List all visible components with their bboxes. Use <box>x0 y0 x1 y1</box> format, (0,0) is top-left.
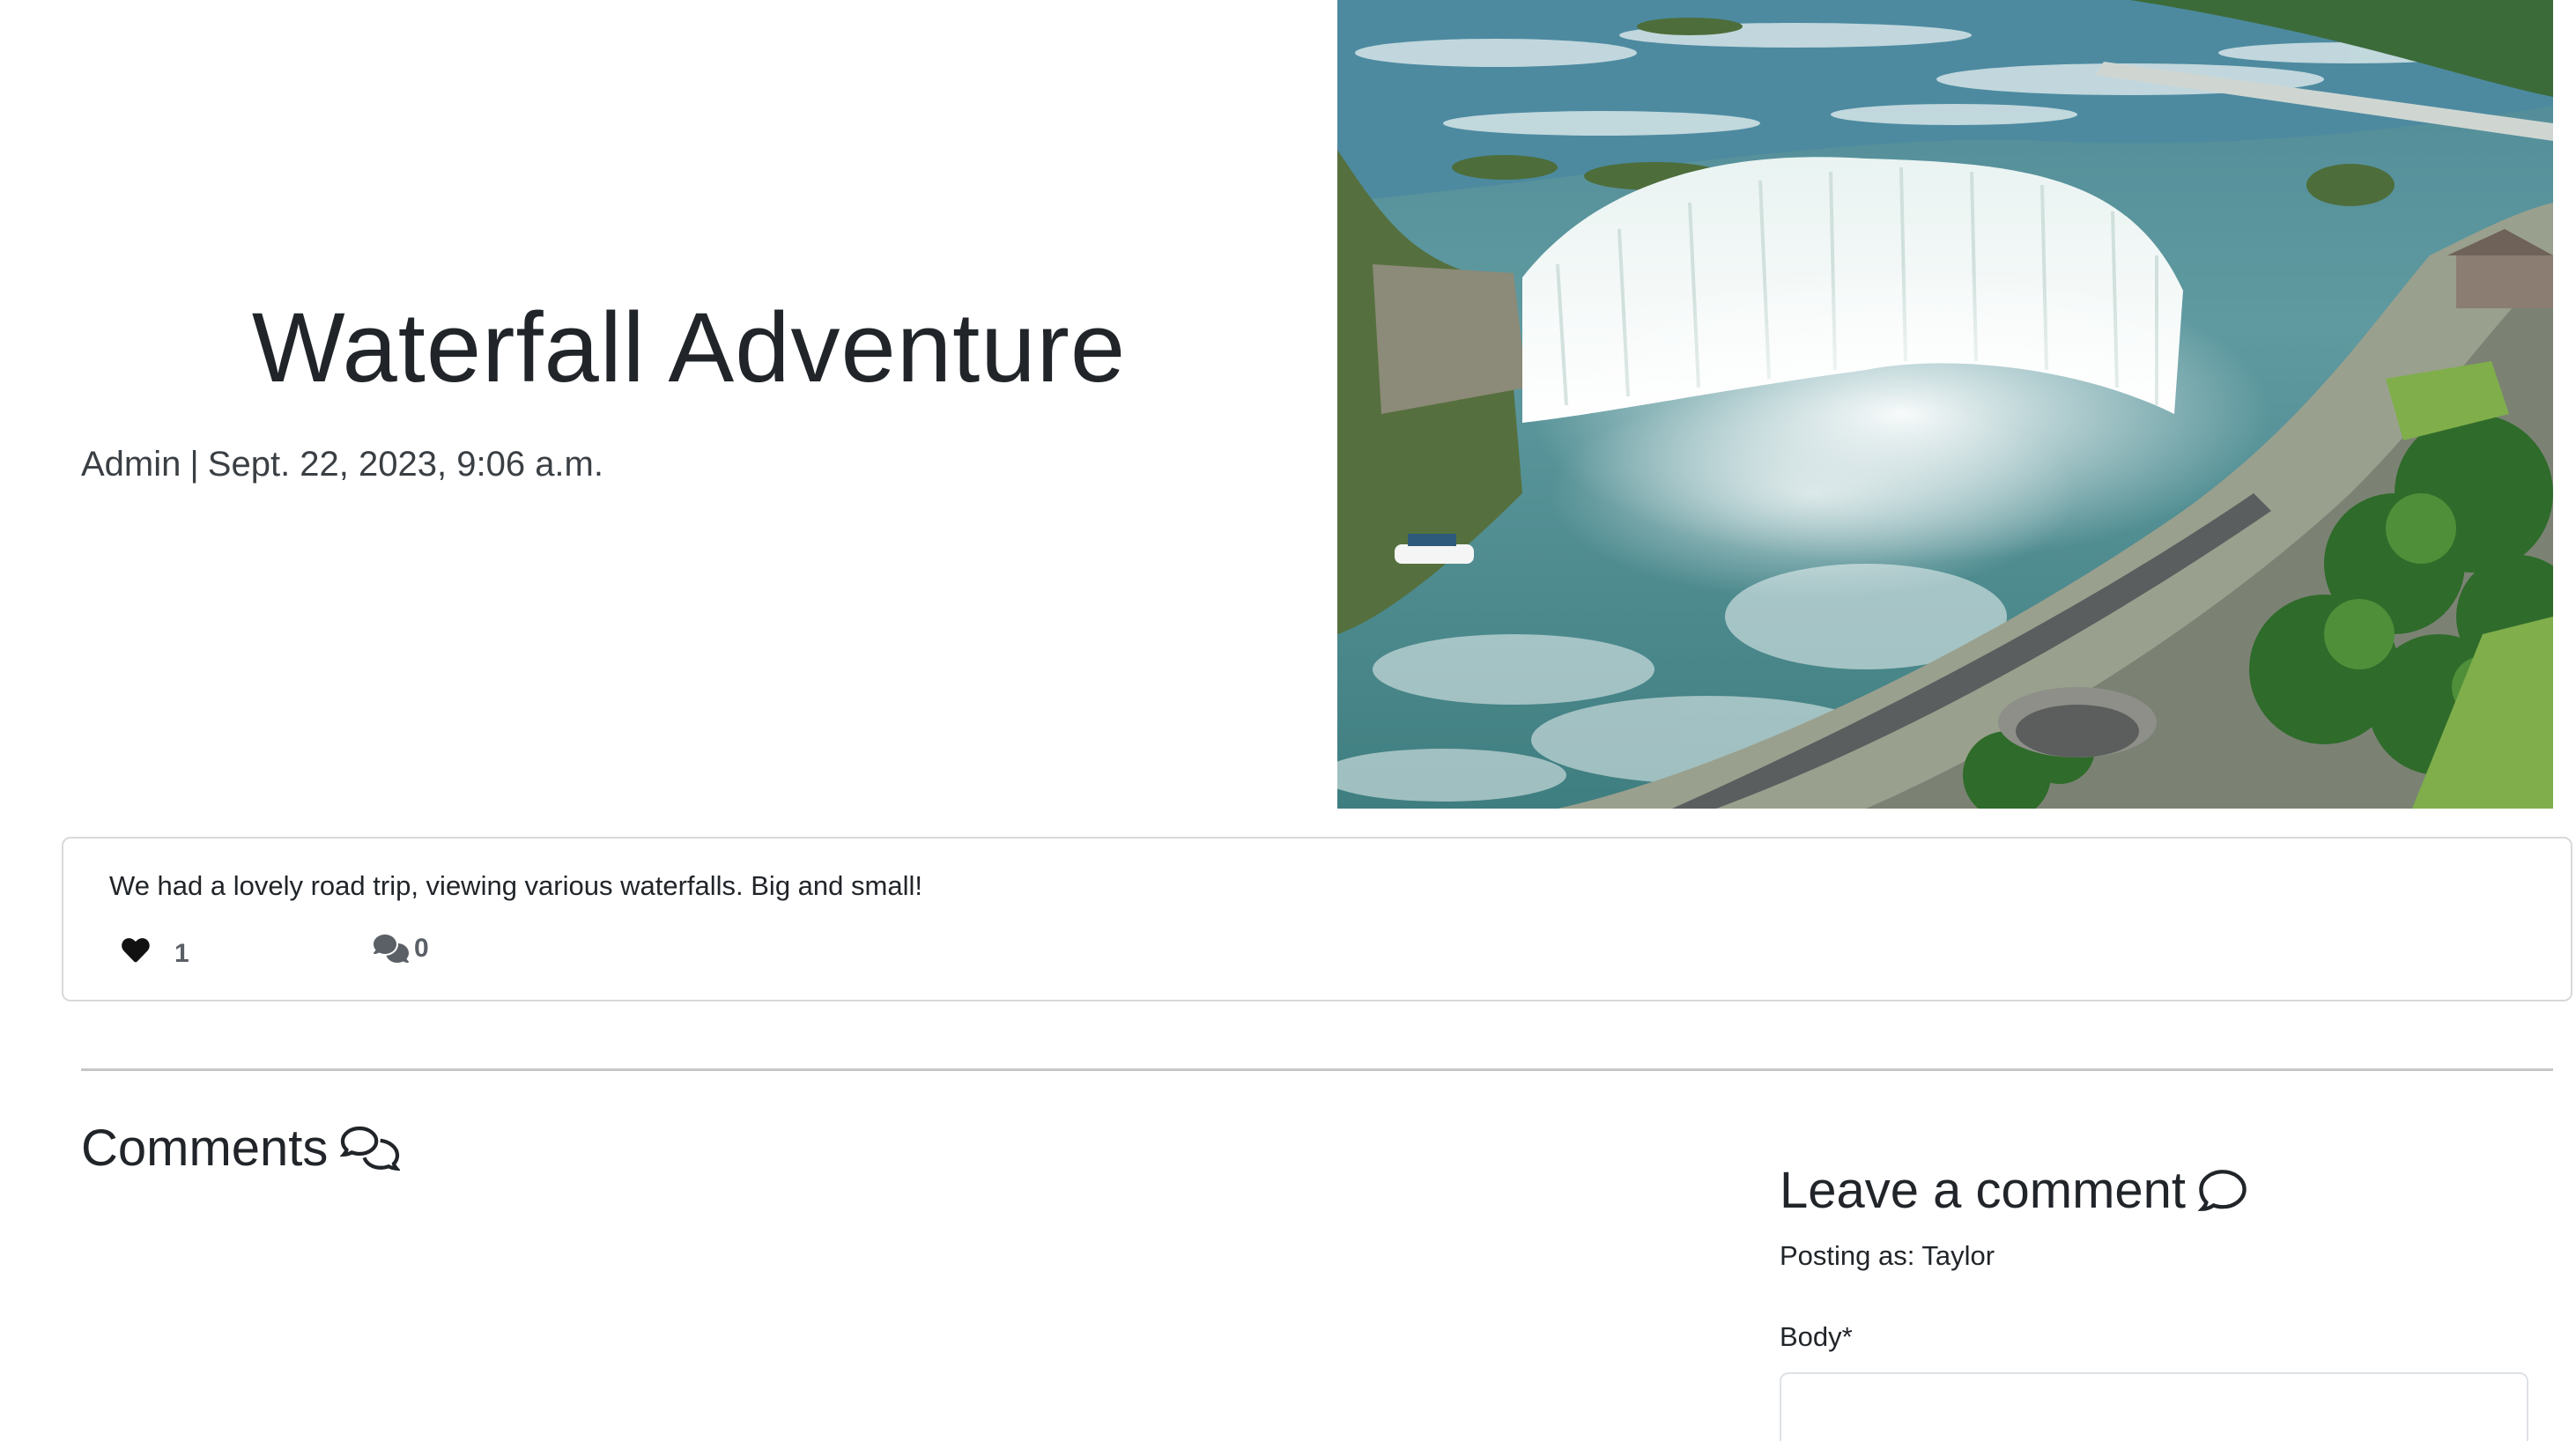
post-detail-page: Waterfall Adventure Admin | Sept. 22, 2023… <box>0 0 2576 1441</box>
comment-body-input[interactable] <box>1780 1372 2528 1441</box>
leave-comment-heading-label: Leave a comment <box>1780 1162 2187 1219</box>
comments-outline-icon <box>340 1126 401 1171</box>
post-meta: Admin | Sept. 22, 2023, 9:06 a.m. <box>81 445 603 484</box>
section-divider <box>81 1068 2553 1071</box>
post-author: Admin <box>81 445 181 484</box>
posting-as: Posting as: Taylor <box>1780 1240 1995 1271</box>
leave-comment-heading: Leave a comment <box>1780 1161 2247 1220</box>
waterfall-image <box>1337 0 2553 809</box>
meta-separator: | <box>189 445 199 484</box>
post-date: Sept. 22, 2023, 9:06 a.m. <box>207 445 603 484</box>
like-count: 1 <box>174 939 189 968</box>
comments-icon <box>374 935 409 963</box>
heart-icon <box>122 938 150 963</box>
post-content-card: We had a lovely road trip, viewing vario… <box>62 837 2572 1001</box>
like-stat: 1 <box>122 934 189 969</box>
comments-heading-label: Comments <box>81 1120 329 1177</box>
post-content: We had a lovely road trip, viewing vario… <box>109 870 922 901</box>
featured-image <box>1337 0 2553 809</box>
post-title: Waterfall Adventure <box>251 292 1127 403</box>
comment-count: 0 <box>414 934 429 963</box>
comment-count-stat: 0 <box>374 934 429 964</box>
comment-outline-icon <box>2198 1169 2247 1211</box>
comments-heading: Comments <box>81 1119 401 1178</box>
like-button[interactable] <box>122 938 152 964</box>
body-label: Body* <box>1780 1321 1853 1352</box>
